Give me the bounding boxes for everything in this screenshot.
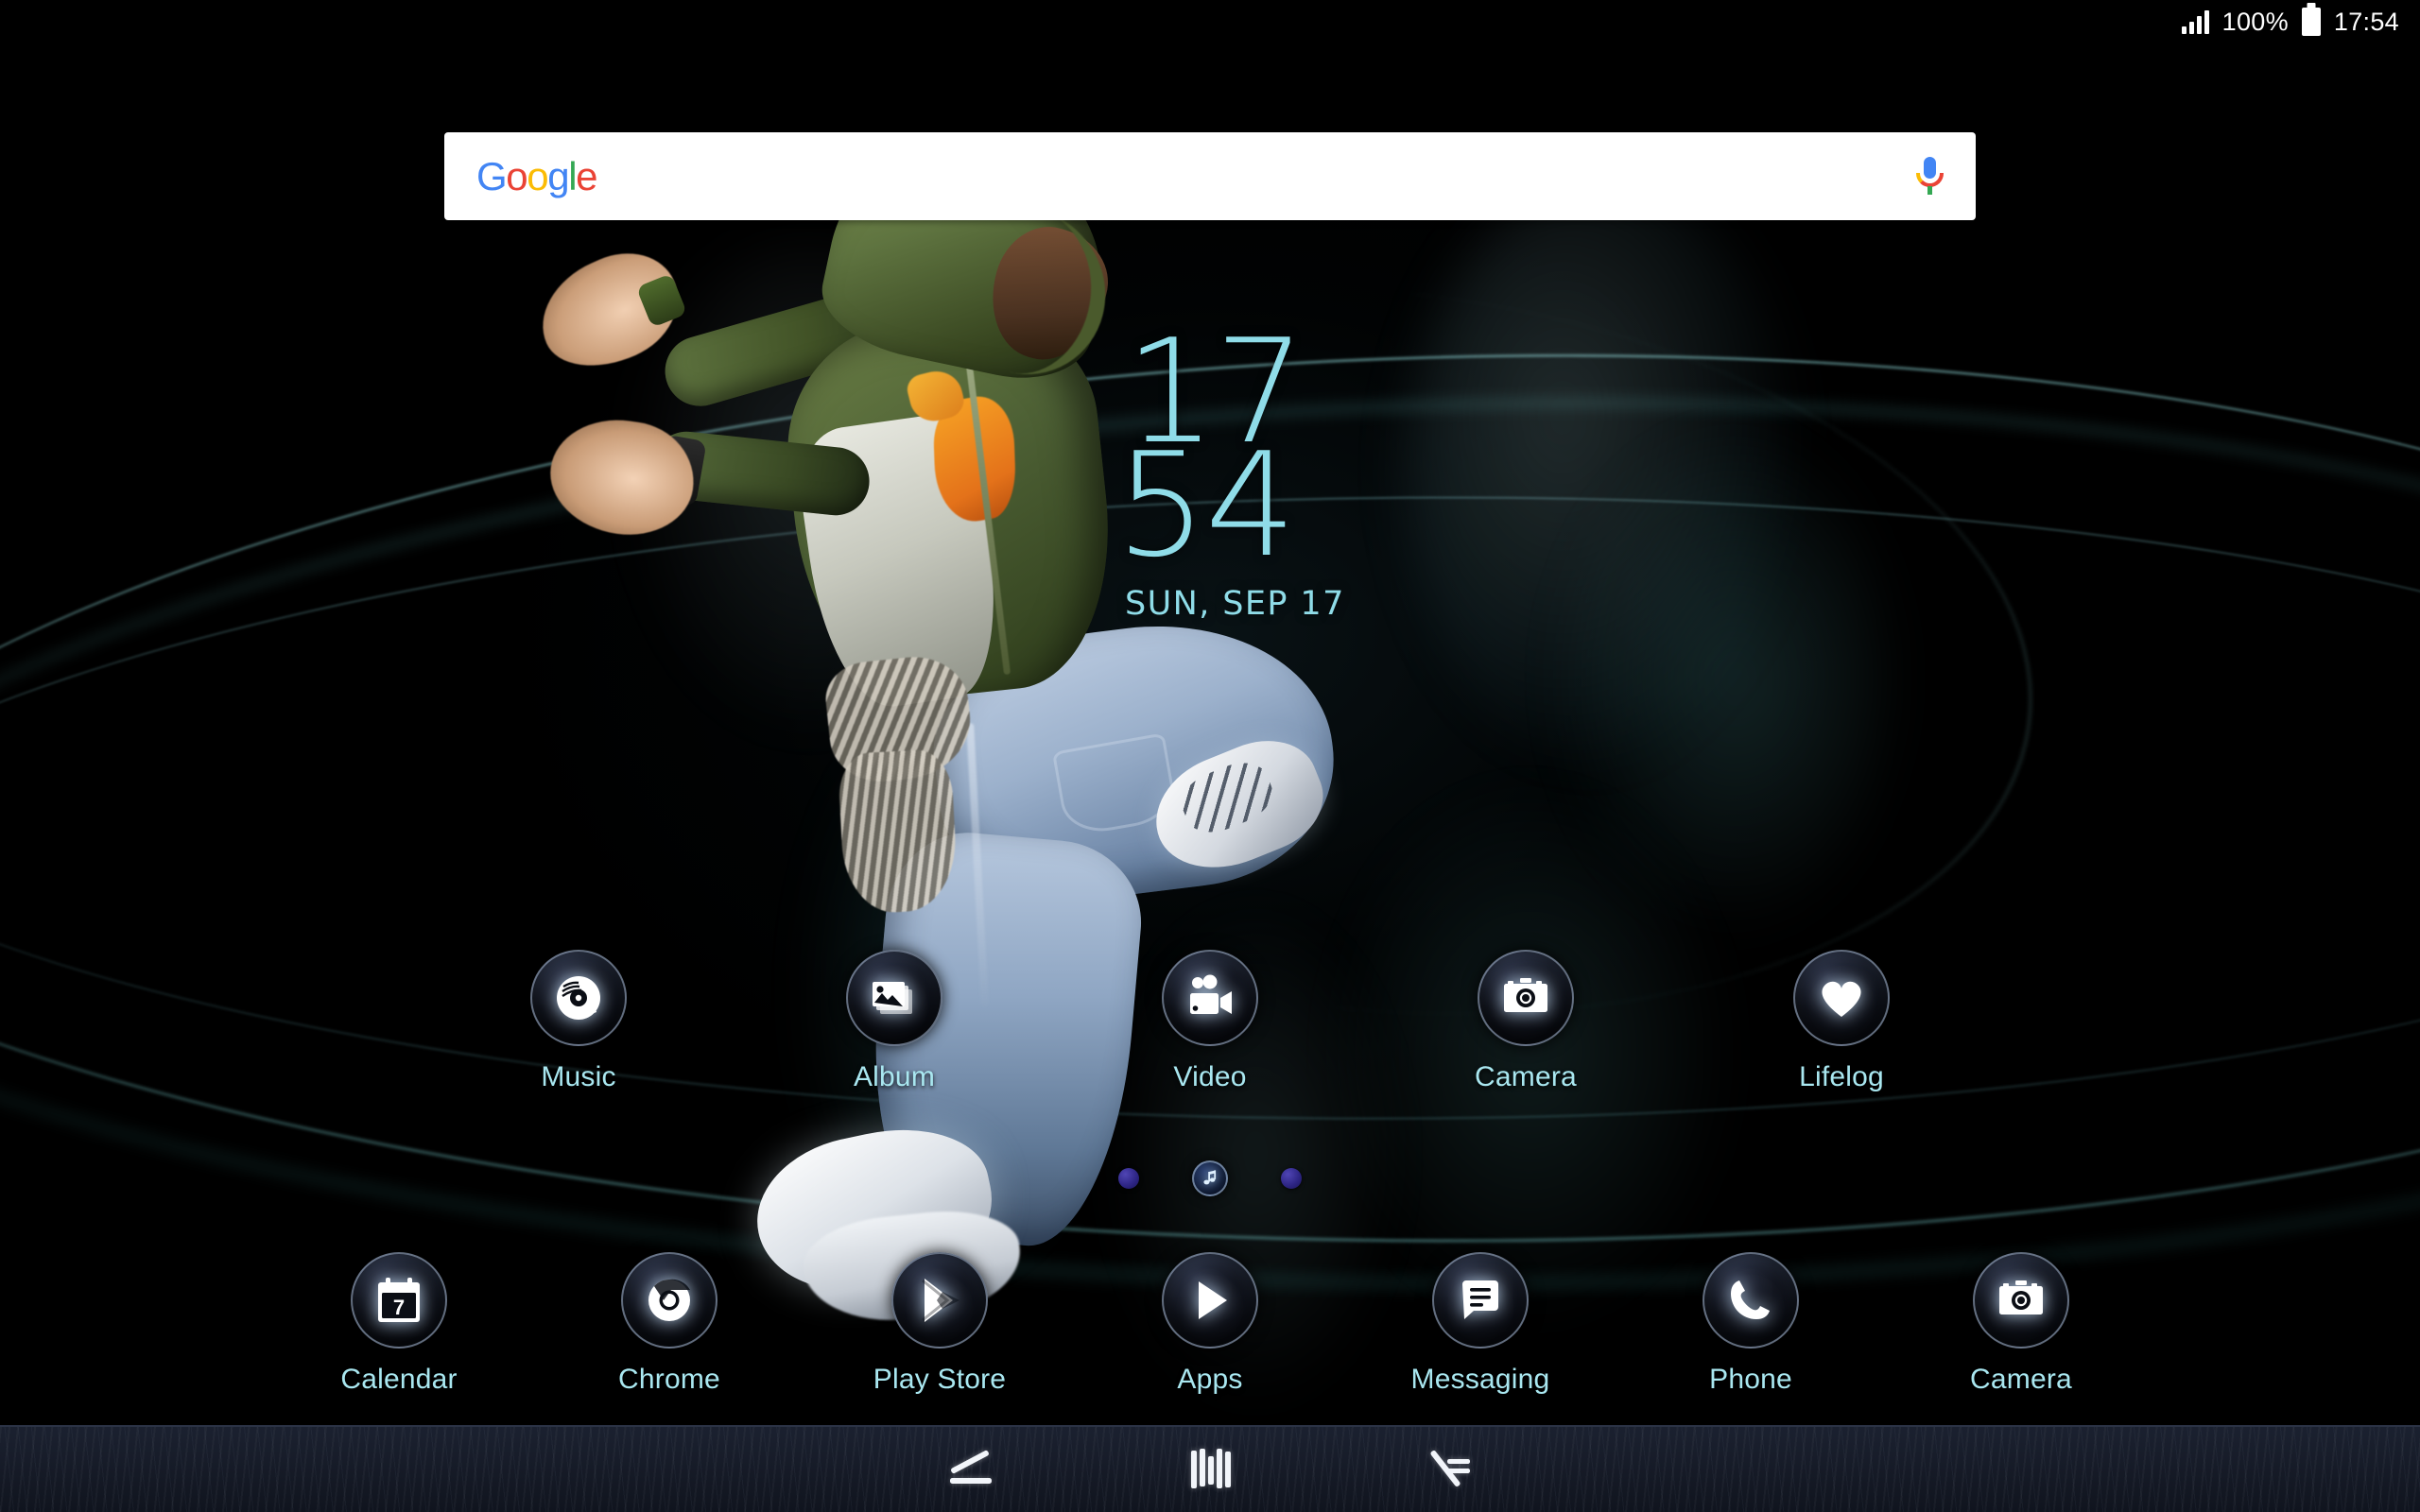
app-label: Apps [1177,1364,1243,1395]
app-label: Lifelog [1799,1061,1884,1092]
app-icon-album[interactable]: Album [736,950,1052,1093]
app-icon-camera[interactable]: Camera [1368,950,1684,1093]
status-clock-label: 17:54 [2333,7,2399,36]
camera-icon [1973,1252,2069,1349]
page-indicator [0,1160,2420,1196]
app-label: Video [1173,1061,1247,1092]
camcorder-icon [1162,950,1258,1046]
signal-bars-icon [2181,9,2209,34]
google-search-widget[interactable]: Google [444,132,1976,220]
play-store-icon [891,1252,988,1349]
phone-handset-icon [1703,1252,1799,1349]
clock-widget[interactable]: 17 54 SUN, SEP 17 [1115,319,1531,624]
google-logo-letter: l [568,153,577,198]
app-label: Phone [1709,1364,1792,1395]
chrome-icon [621,1252,717,1349]
apps-play-icon [1162,1252,1258,1349]
google-logo-letter: o [527,153,548,198]
calendar-date-number: 7 [393,1296,405,1319]
app-icon-apps[interactable]: Apps [1075,1252,1345,1396]
app-icon-camera-dock[interactable]: Camera [1886,1252,2156,1396]
app-label: Camera [1970,1364,2072,1395]
app-label: Play Store [873,1364,1007,1395]
app-icon-video[interactable]: Video [1052,950,1368,1093]
app-label: Chrome [618,1364,720,1395]
battery-full-icon [2301,8,2321,36]
app-icon-lifelog[interactable]: Lifelog [1684,950,1999,1093]
google-logo-letter: G [476,153,508,198]
recents-lines-icon [1430,1451,1470,1486]
app-icon-chrome[interactable]: Chrome [534,1252,804,1396]
page-dot[interactable] [1281,1168,1302,1189]
message-bubble-icon [1432,1252,1529,1349]
page-dot[interactable] [1118,1168,1139,1189]
nav-recents-button[interactable] [1328,1426,1564,1512]
app-icon-messaging[interactable]: Messaging [1345,1252,1616,1396]
app-label: Camera [1475,1061,1577,1092]
clock-minutes: 54 [1115,421,1296,590]
app-label: Album [853,1061,936,1092]
heart-icon [1793,950,1890,1046]
nav-home-button[interactable] [1092,1426,1328,1512]
dancer-chain-belt [837,747,959,916]
home-screen-app-row: Music Album Video Camera Lifelog [0,950,2420,1093]
status-bar[interactable]: 100% 17:54 [0,0,2420,43]
app-icon-phone[interactable]: Phone [1616,1252,1886,1396]
app-label: Messaging [1410,1364,1550,1395]
battery-percent-label: 100% [2221,7,2289,36]
google-logo-letter: o [506,153,527,198]
dock-app-row: 7 Calendar Chrome Play Store Apps Messag… [0,1252,2420,1396]
app-label: Music [541,1061,616,1092]
back-angle-icon [950,1450,992,1484]
music-note-icon [1203,1170,1217,1185]
google-logo-letter: g [547,153,569,198]
app-label: Calendar [340,1364,458,1395]
clock-date-label: SUN, SEP 17 [1125,585,1345,624]
app-icon-calendar[interactable]: 7 Calendar [264,1252,534,1396]
google-logo: Google [476,153,597,198]
photo-stack-icon [846,950,942,1046]
vinyl-record-icon [530,950,627,1046]
calendar-icon: 7 [351,1252,447,1349]
app-icon-music[interactable]: Music [421,950,736,1093]
camera-icon [1478,950,1574,1046]
google-logo-letter: e [576,153,597,198]
navigation-bar [0,1425,2420,1512]
app-icon-play-store[interactable]: Play Store [804,1252,1075,1396]
home-bars-icon [1191,1449,1231,1488]
page-dot-active[interactable] [1192,1160,1228,1196]
microphone-icon[interactable] [1915,155,1944,198]
nav-back-button[interactable] [856,1426,1092,1512]
